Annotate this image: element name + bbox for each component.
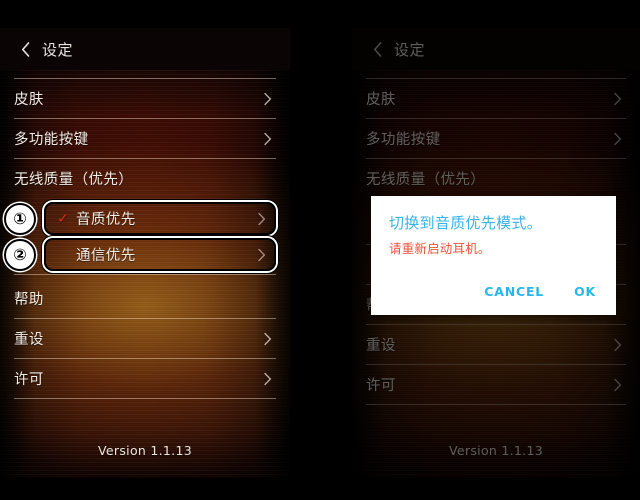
list-item-wireless-quality: 无线质量（优先） bbox=[366, 159, 626, 199]
list-item-label: 重设 bbox=[14, 332, 44, 348]
list-item-license[interactable]: 许可 bbox=[366, 365, 626, 405]
list-item-label: 许可 bbox=[366, 378, 396, 394]
callout-badge-1: ① bbox=[4, 202, 36, 235]
list-item-wireless-quality: 无线质量（优先） bbox=[14, 159, 276, 199]
chevron-right-icon bbox=[264, 92, 272, 105]
settings-screen-after: 设定 皮肤 多功能按键 无线质量（优先） 音质优先 bbox=[352, 0, 640, 500]
list-item-skin[interactable]: 皮肤 bbox=[14, 78, 276, 119]
chevron-right-icon bbox=[614, 338, 622, 351]
list-item-multifunction-button[interactable]: 多功能按键 bbox=[366, 119, 626, 159]
list-item-reset[interactable]: 重设 bbox=[14, 319, 276, 359]
option-communication-priority[interactable]: 通信优先 bbox=[44, 238, 276, 271]
chevron-right-icon bbox=[614, 92, 622, 105]
list-item-label: 无线质量（优先） bbox=[14, 172, 134, 188]
list-item-label: 多功能按键 bbox=[366, 132, 441, 148]
confirmation-dialog: 切换到音质优先模式。 请重新启动耳机。 CANCEL OK bbox=[371, 196, 616, 315]
chevron-right-icon bbox=[264, 132, 272, 145]
dialog-actions: CANCEL OK bbox=[371, 282, 616, 315]
chevron-right-icon bbox=[264, 332, 272, 345]
chevron-left-icon[interactable] bbox=[12, 41, 38, 57]
callout-badge-2: ② bbox=[4, 238, 36, 271]
version-label: Version 1.1.13 bbox=[449, 443, 543, 458]
check-icon: ✓ bbox=[57, 210, 69, 227]
list-item-label: 无线质量（优先） bbox=[366, 172, 486, 188]
screenshot-stage: 设定 皮肤 多功能按键 无线质量（优先） ① ✓ 音质优先 ② 通信优先 帮助 … bbox=[0, 0, 640, 500]
dialog-message: 请重新启动耳机。 bbox=[389, 241, 491, 256]
version-label: Version 1.1.13 bbox=[98, 443, 192, 458]
option-label: 音质优先 bbox=[76, 212, 136, 228]
app-header: 设定 bbox=[352, 28, 640, 70]
dialog-title: 切换到音质优先模式。 bbox=[389, 214, 543, 232]
list-item-label: 皮肤 bbox=[366, 92, 396, 108]
cancel-button[interactable]: CANCEL bbox=[482, 282, 546, 301]
option-sound-quality-priority-wrap: ① ✓ 音质优先 bbox=[4, 202, 276, 235]
chevron-right-icon bbox=[614, 132, 622, 145]
option-sound-quality-priority[interactable]: ✓ 音质优先 bbox=[44, 202, 276, 235]
list-item-reset[interactable]: 重设 bbox=[366, 325, 626, 365]
list-item-license[interactable]: 许可 bbox=[14, 359, 276, 399]
list-item-label: 皮肤 bbox=[14, 92, 44, 108]
chevron-right-icon bbox=[264, 372, 272, 385]
list-item-label: 许可 bbox=[14, 372, 44, 388]
list-item-label: 帮助 bbox=[14, 292, 44, 308]
list-item-label: 多功能按键 bbox=[14, 132, 89, 148]
list-item-skin[interactable]: 皮肤 bbox=[366, 78, 626, 119]
option-communication-priority-wrap: ② 通信优先 bbox=[4, 238, 276, 275]
list-item-help[interactable]: 帮助 bbox=[14, 279, 276, 319]
app-header: 设定 bbox=[0, 28, 290, 70]
list-item-label: 重设 bbox=[366, 338, 396, 354]
list-divider bbox=[14, 274, 276, 275]
list-item-multifunction-button[interactable]: 多功能按键 bbox=[14, 119, 276, 159]
page-title: 设定 bbox=[394, 40, 426, 59]
settings-list: 皮肤 多功能按键 无线质量（优先） ① ✓ 音质优先 ② 通信优先 帮助 重设 … bbox=[0, 78, 290, 500]
ok-button[interactable]: OK bbox=[572, 282, 598, 301]
settings-screen-before: 设定 皮肤 多功能按键 无线质量（优先） ① ✓ 音质优先 ② 通信优先 帮助 … bbox=[0, 0, 290, 500]
option-label: 通信优先 bbox=[76, 248, 136, 264]
chevron-right-icon bbox=[258, 212, 266, 225]
page-title: 设定 bbox=[42, 40, 74, 59]
chevron-right-icon bbox=[614, 378, 622, 391]
chevron-right-icon bbox=[258, 248, 266, 261]
chevron-left-icon[interactable] bbox=[364, 41, 390, 57]
